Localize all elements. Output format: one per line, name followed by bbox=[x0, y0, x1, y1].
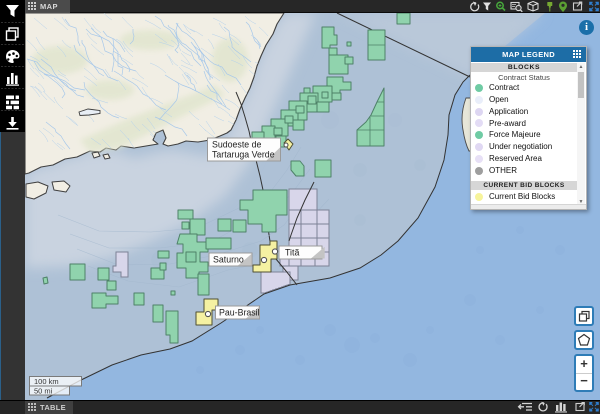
svg-text:Tartaruga Verde: Tartaruga Verde bbox=[212, 150, 275, 160]
svg-text:Saturno: Saturno bbox=[213, 255, 244, 265]
svg-text:50 mi: 50 mi bbox=[34, 387, 53, 396]
svg-text:Pau-Brasil: Pau-Brasil bbox=[219, 308, 260, 318]
svg-text:Titã: Titã bbox=[285, 248, 299, 258]
svg-text:100 km: 100 km bbox=[34, 377, 59, 386]
svg-text:Sudoeste de: Sudoeste de bbox=[212, 140, 262, 150]
